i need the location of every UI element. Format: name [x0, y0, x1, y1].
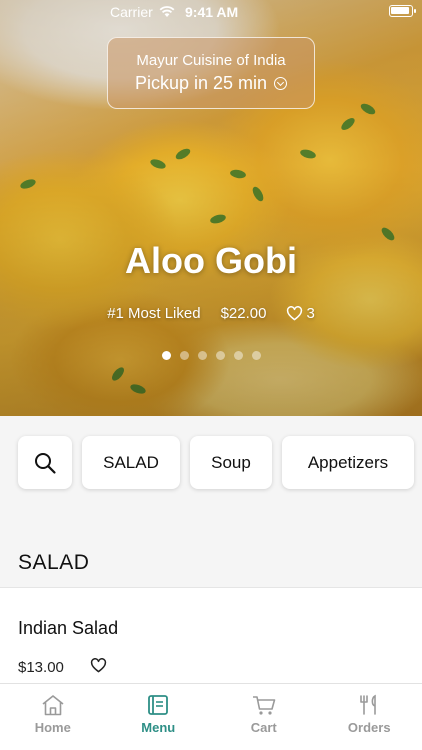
chevron-down-icon [274, 77, 288, 90]
wifi-icon [159, 6, 175, 17]
carousel-dot[interactable] [251, 351, 261, 360]
status-time: 9:41 AM [185, 4, 239, 20]
search-icon [35, 452, 56, 474]
likes-count: 3 [306, 305, 315, 322]
list-item[interactable]: Indian Salad $13.00 [0, 587, 422, 683]
category-chips: SALAD Soup Appetizers [18, 436, 414, 489]
carousel-dots [0, 351, 422, 360]
carousel-dot[interactable] [161, 351, 171, 360]
tab-label: Cart [250, 720, 277, 735]
carousel-dot[interactable] [179, 351, 189, 360]
orders-icon [360, 694, 377, 715]
tab-menu[interactable]: Menu [106, 684, 212, 750]
item-name: Indian Salad [18, 618, 119, 638]
featured-dish-title: Aloo Gobi [125, 240, 297, 281]
carousel-dot[interactable] [215, 351, 225, 360]
status-bar: Carrier 9:41 AM [0, 0, 422, 24]
carousel-dot[interactable] [233, 351, 243, 360]
battery-icon [389, 5, 416, 17]
tab-home[interactable]: Home [0, 684, 106, 750]
carrier-label: Carrier [110, 4, 153, 20]
section-title: SALAD [18, 551, 90, 574]
pickup-eta-row: Pickup in 25 min [108, 73, 314, 94]
dish-likes[interactable]: 3 [286, 305, 315, 322]
item-price: $13.00 [18, 659, 64, 676]
cart-icon [252, 696, 276, 715]
restaurant-name: Mayur Cuisine of India [136, 52, 286, 69]
tab-label: Orders [347, 720, 391, 735]
tab-label: Home [34, 720, 71, 735]
heart-icon[interactable] [90, 658, 107, 673]
heart-icon [287, 306, 303, 321]
dish-price: $22.00 [220, 305, 267, 322]
menu-icon [148, 695, 169, 715]
featured-dish-meta: #1 Most Liked $22.00 3 [0, 305, 422, 322]
category-chip-soup[interactable]: Soup [190, 436, 272, 489]
tab-cart[interactable]: Cart [211, 684, 317, 750]
tab-bar: Home Menu Cart Orders [0, 683, 422, 750]
tab-orders[interactable]: Orders [317, 684, 422, 750]
carrier-group: Carrier [110, 4, 175, 20]
dish-rank: #1 Most Liked [107, 305, 201, 322]
tab-label: Menu [141, 720, 176, 735]
home-icon [42, 695, 64, 716]
search-button[interactable] [18, 436, 72, 489]
carousel-dot[interactable] [197, 351, 207, 360]
pickup-selector[interactable]: Mayur Cuisine of India Pickup in 25 min [107, 37, 315, 109]
pickup-eta: Pickup in 25 min [134, 73, 268, 93]
category-chip-salad[interactable]: SALAD [82, 436, 180, 489]
category-chip-appetizers[interactable]: Appetizers [282, 436, 414, 489]
